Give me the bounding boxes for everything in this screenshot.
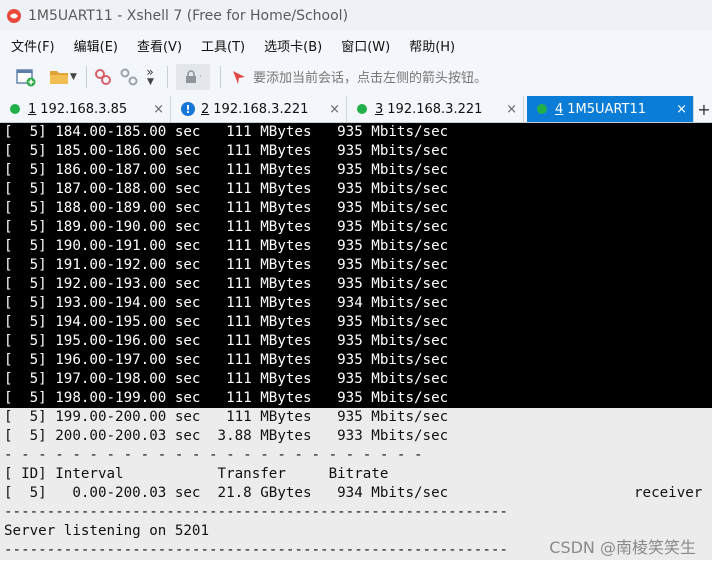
lock-button[interactable]: · [176,63,210,90]
disconnect-icon [120,68,138,85]
disconnect-button[interactable] [115,64,143,90]
terminal-line: [ 5] 198.00-199.00 sec 111 MBytes 935 Mb… [0,389,712,408]
terminal-line: [ 5] 185.00-186.00 sec 111 MBytes 935 Mb… [0,142,712,161]
tab-session-2[interactable]: ! 2 192.168.3.221 × [171,96,347,122]
close-icon[interactable]: × [506,102,517,117]
tab-label: 192.168.3.221 [387,101,483,117]
bookmark-arrow-icon [233,70,245,84]
double-chevron-right-icon: » [146,64,154,79]
menu-view[interactable]: 查看(V) [126,36,190,55]
window-title: 1M5UART11 - Xshell 7 (Free for Home/Scho… [28,7,349,24]
terminal-line: [ 5] 196.00-197.00 sec 111 MBytes 935 Mb… [0,351,712,370]
summary-text: [ 5] 0.00-200.03 sec 21.8 GBytes 934 Mbi… [4,485,449,501]
title-bar: 1M5UART11 - Xshell 7 (Free for Home/Scho… [0,0,712,31]
connected-status-icon [10,104,20,114]
menu-edit[interactable]: 编辑(E) [63,36,126,55]
toolbar-separator [86,65,87,88]
tab-label: 192.168.3.221 [213,101,309,117]
tab-session-3[interactable]: 3 192.168.3.221 × [347,96,524,122]
terminal-line: [ 5] 188.00-189.00 sec 111 MBytes 935 Mb… [0,199,712,218]
open-session-button[interactable]: ▼ [44,64,82,90]
menu-bar: 文件(F) 编辑(E) 查看(V) 工具(T) 选项卡(B) 窗口(W) 帮助(… [0,31,712,59]
csdn-watermark: CSDN @南棱笑笑生 [549,538,696,557]
toolbar-separator [220,65,221,88]
tab-bar: 1 192.168.3.85 × ! 2 192.168.3.221 × 3 1… [0,94,712,123]
chevron-down-icon: ▼ [147,76,154,87]
more-tools-button[interactable]: » ▼ [143,64,157,90]
new-session-icon [16,68,36,86]
tab-label: 1M5UART11 [567,101,647,117]
terminal-line: [ 5] 192.00-193.00 sec 111 MBytes 935 Mb… [0,275,712,294]
terminal-line: [ ID] Interval Transfer Bitrate [0,465,712,484]
menu-tools[interactable]: 工具(T) [190,36,253,55]
reconnect-button[interactable] [91,64,115,90]
warning-status-icon: ! [181,102,195,116]
terminal-line: [ 5] 187.00-188.00 sec 111 MBytes 935 Mb… [0,180,712,199]
terminal-output[interactable]: [ 5] 184.00-185.00 sec 111 MBytes 935 Mb… [0,123,712,564]
summary-line: [ 5] 0.00-200.03 sec 21.8 GBytes 934 Mbi… [0,484,712,503]
terminal-line: [ 5] 200.00-200.03 sec 3.88 MBytes 933 M… [0,427,712,446]
terminal-line: [ 5] 191.00-192.00 sec 111 MBytes 935 Mb… [0,256,712,275]
terminal-line: [ 5] 186.00-187.00 sec 111 MBytes 935 Mb… [0,161,712,180]
folder-icon [50,70,69,84]
terminal-line: [ 5] 197.00-198.00 sec 111 MBytes 935 Mb… [0,370,712,389]
connected-status-icon [537,104,547,114]
terminal-line: [ 5] 199.00-200.00 sec 111 MBytes 935 Mb… [0,408,712,427]
add-tab-button[interactable]: + [696,96,712,122]
toolbar: ▼ » ▼ · 要添加当前会话，点击左侧的箭头按钮。 [0,59,712,95]
connected-status-icon [357,104,367,114]
menu-file[interactable]: 文件(F) [0,36,63,55]
terminal-line: [ 5] 189.00-190.00 sec 111 MBytes 935 Mb… [0,218,712,237]
receiver-label: receiver [634,485,703,501]
terminal-line: ----------------------------------------… [0,503,712,522]
tab-number: 2 [201,101,210,117]
chevron-down-icon: · [199,71,202,82]
menu-help[interactable]: 帮助(H) [398,36,463,55]
menu-window[interactable]: 窗口(W) [330,36,398,55]
close-icon[interactable]: × [329,102,340,117]
close-icon[interactable]: × [153,102,164,117]
add-session-arrow-button[interactable] [229,64,249,90]
session-hint-text: 要添加当前会话，点击左侧的箭头按钮。 [253,71,488,86]
new-session-button[interactable] [14,64,38,90]
connect-icon [95,68,111,85]
terminal-line: [ 5] 184.00-185.00 sec 111 MBytes 935 Mb… [0,123,712,142]
tab-number: 1 [28,101,37,117]
close-icon[interactable]: × [676,102,687,117]
lock-icon [186,69,197,83]
terminal-line: [ 5] 190.00-191.00 sec 111 MBytes 935 Mb… [0,237,712,256]
tab-number: 4 [555,101,564,117]
menu-tabs[interactable]: 选项卡(B) [253,36,330,55]
tab-session-1[interactable]: 1 192.168.3.85 × [0,96,171,122]
terminal-line: [ 5] 193.00-194.00 sec 111 MBytes 934 Mb… [0,294,712,313]
chevron-down-icon: ▼ [70,71,77,82]
terminal-line: - - - - - - - - - - - - - - - - - - - - … [0,446,712,465]
terminal-line: [ 5] 194.00-195.00 sec 111 MBytes 935 Mb… [0,313,712,332]
toolbar-separator [167,65,168,88]
tab-session-4[interactable]: 4 1M5UART11 × [527,96,694,122]
tab-number: 3 [375,101,384,117]
terminal-line: [ 5] 195.00-196.00 sec 111 MBytes 935 Mb… [0,332,712,351]
xshell-logo-icon [7,8,21,23]
tab-label: 192.168.3.85 [40,101,128,117]
